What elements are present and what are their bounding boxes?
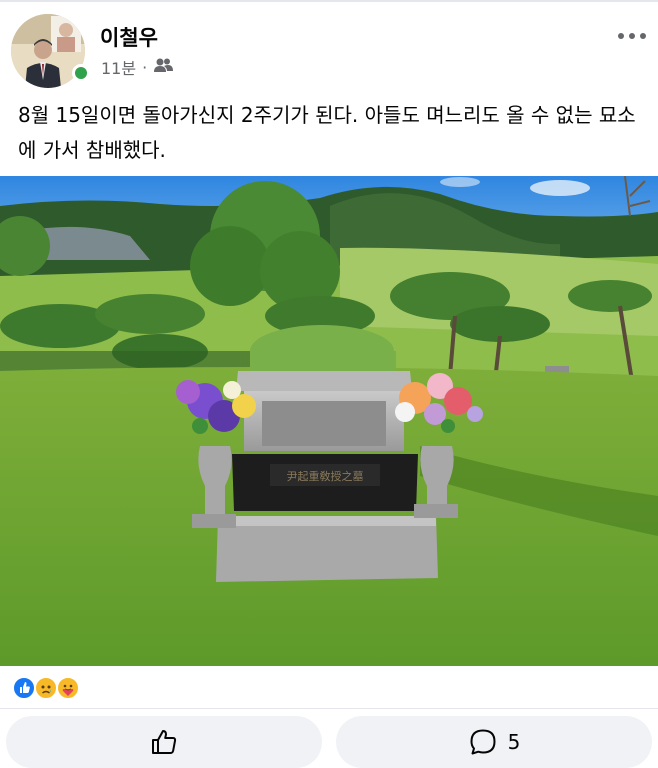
author-name[interactable]: 이철우 [100, 22, 158, 52]
actions-divider [0, 708, 658, 709]
more-options-button[interactable] [616, 28, 648, 44]
like-reaction-icon [12, 676, 36, 700]
post-header: 이철우 11분 · [0, 8, 658, 88]
online-status-indicator [72, 64, 90, 82]
thumbs-up-icon [152, 730, 177, 754]
comment-count: 5 [507, 730, 521, 754]
friends-icon [153, 57, 174, 77]
comment-button[interactable]: 5 [336, 716, 652, 768]
tombstone-inscription: 尹起重敎授之墓 [287, 469, 364, 483]
post-photo[interactable]: 尹起重敎授之墓 [0, 176, 658, 666]
meta-separator: · [142, 57, 148, 77]
comment-icon [470, 729, 496, 755]
sad-reaction-icon [34, 676, 58, 700]
care-reaction-icon [56, 676, 80, 700]
top-divider [0, 0, 658, 2]
more-horizontal-icon [618, 33, 646, 39]
like-button[interactable] [6, 716, 322, 768]
post-meta: 11분 · [101, 55, 174, 79]
reaction-summary[interactable] [12, 676, 80, 700]
post-text: 8월 15일이면 돌아가신지 2주기가 된다. 아들도 며느리도 올 수 없는 … [18, 103, 636, 162]
post-time[interactable]: 11분 [101, 55, 136, 79]
